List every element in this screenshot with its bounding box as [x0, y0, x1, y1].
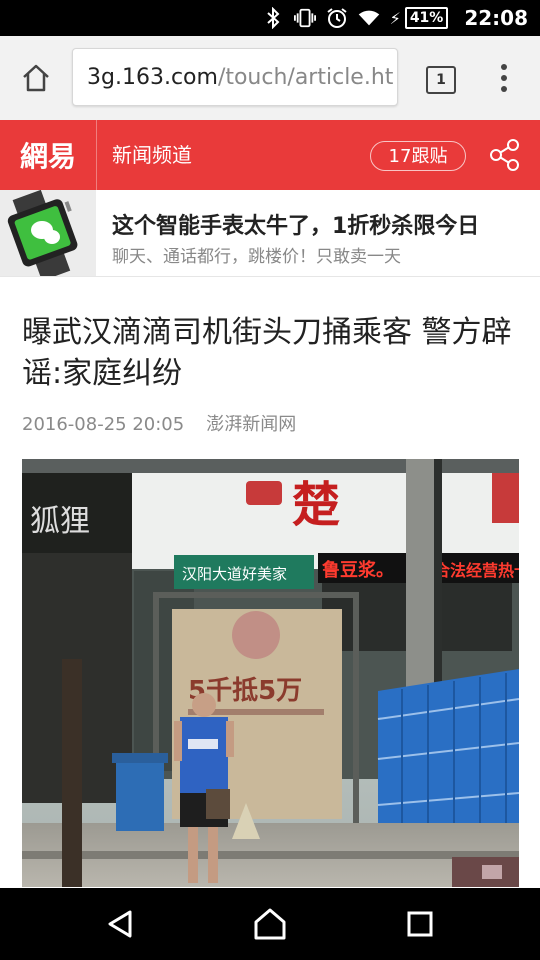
- back-icon: [108, 910, 132, 938]
- overflow-menu-icon[interactable]: [494, 64, 514, 92]
- recents-icon: [407, 911, 433, 937]
- ad-title: 这个智能手表太牛了，1折秒杀限今日: [112, 214, 480, 239]
- article-header: 曝武汉滴滴司机街头刀捅乘客 警方辟谣:家庭纠纷 2016-08-25 20:05…: [22, 312, 518, 436]
- charging-icon: ⚡: [389, 8, 401, 28]
- url-host: 3g.163.com: [87, 65, 218, 90]
- share-icon[interactable]: [488, 138, 522, 172]
- system-navigation-bar: [0, 888, 540, 960]
- home-nav-button[interactable]: [250, 906, 290, 942]
- site-header: 網易 新闻频道 17跟贴: [0, 120, 540, 190]
- article-date: 2016-08-25 20:05: [22, 414, 185, 435]
- wifi-icon: [358, 7, 380, 29]
- shop-sign-main: 楚: [292, 477, 340, 533]
- netease-logo[interactable]: 網易: [0, 120, 97, 190]
- alarm-icon: [326, 7, 348, 29]
- battery-level: 41%: [404, 7, 449, 29]
- back-button[interactable]: [100, 906, 140, 942]
- browser-toolbar: 3g.163.com/touch/article.ht 1: [0, 36, 540, 120]
- ad-banner[interactable]: 这个智能手表太牛了，1折秒杀限今日 聊天、通话都行，跳楼价！只敢卖一天: [0, 190, 540, 277]
- article-meta: 2016-08-25 20:05 澎湃新闻网: [22, 410, 518, 436]
- led-sign: 鲁豆浆。: [322, 559, 394, 581]
- street-scene-image: 狐狸 楚 汉阳大道好美家 鲁豆浆。 合法经营热卡 5千抵5万: [22, 459, 519, 887]
- ad-subtitle: 聊天、通话都行，跳楼价！只敢卖一天: [112, 247, 401, 267]
- vibrate-icon: [293, 7, 316, 29]
- recents-button[interactable]: [400, 906, 440, 942]
- shop-sign-left: 狐狸: [30, 504, 90, 539]
- status-bar: ⚡ 41% 22:08: [0, 0, 540, 36]
- home-outline-icon: [254, 908, 286, 940]
- street-sign: 汉阳大道好美家: [182, 565, 287, 583]
- clock: 22:08: [464, 6, 528, 30]
- home-button[interactable]: [18, 62, 54, 94]
- comments-button[interactable]: 17跟贴: [370, 141, 466, 171]
- led-sign-2: 合法经营热卡: [434, 561, 519, 580]
- tab-switcher-button[interactable]: 1: [426, 66, 456, 94]
- article-photo[interactable]: 狐狸 楚 汉阳大道好美家 鲁豆浆。 合法经营热卡 5千抵5万: [22, 459, 519, 887]
- article-title: 曝武汉滴滴司机街头刀捅乘客 警方辟谣:家庭纠纷: [22, 315, 512, 391]
- url-path: /touch/article.ht: [217, 65, 394, 90]
- status-icons: ⚡ 41% 22:08: [262, 0, 528, 36]
- address-bar[interactable]: 3g.163.com/touch/article.ht: [72, 48, 398, 106]
- channel-title[interactable]: 新闻频道: [112, 120, 192, 190]
- smartwatch-ad-image: [0, 190, 96, 276]
- battery-indicator: ⚡ 41%: [390, 7, 449, 29]
- article-source[interactable]: 澎湃新闻网: [206, 414, 296, 435]
- bluetooth-icon: [262, 7, 284, 29]
- home-icon: [23, 64, 49, 92]
